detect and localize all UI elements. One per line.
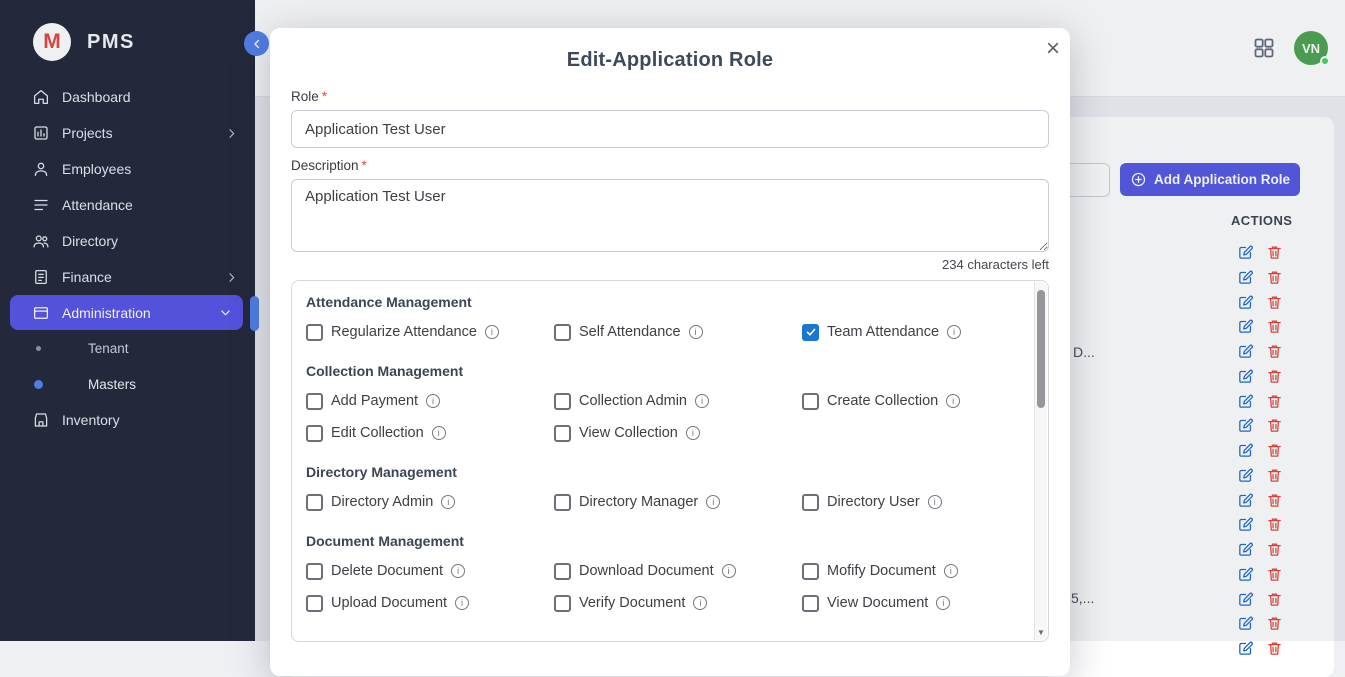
description-label: Description* (291, 158, 1049, 173)
info-icon[interactable]: i (451, 564, 465, 578)
permission-grid: Directory AdminiDirectory ManageriDirect… (306, 493, 1014, 511)
permission-view-document: View Document i (802, 594, 1014, 612)
close-icon[interactable]: × (1046, 32, 1060, 66)
permission-grid: Regularize AttendanceiSelf AttendanceiTe… (306, 323, 1014, 341)
delete-icon[interactable] (1266, 640, 1283, 657)
checkbox[interactable] (554, 324, 571, 341)
modal-title: Edit-Application Role (291, 28, 1049, 72)
permission-download-document: Download Document i (554, 562, 802, 580)
permission-edit-collection: Edit Collection i (306, 424, 554, 442)
info-icon[interactable]: i (441, 495, 455, 509)
permission-regularize-attendance: Regularize Attendance i (306, 323, 554, 341)
info-icon[interactable]: i (686, 426, 700, 440)
permission-directory-admin: Directory Admin i (306, 493, 554, 511)
info-icon[interactable]: i (706, 495, 720, 509)
permission-label: Directory User (827, 494, 920, 510)
permission-label: Verify Document (579, 595, 685, 611)
checkbox[interactable] (306, 494, 323, 511)
checkbox[interactable] (306, 425, 323, 442)
checkbox[interactable] (554, 595, 571, 612)
checkbox[interactable] (802, 563, 819, 580)
info-icon[interactable]: i (695, 394, 709, 408)
info-icon[interactable]: i (722, 564, 736, 578)
permission-directory-manager: Directory Manager i (554, 493, 802, 511)
permission-view-collection: View Collection i (554, 424, 802, 442)
info-icon[interactable]: i (689, 325, 703, 339)
info-icon[interactable]: i (455, 596, 469, 610)
scrollbar-thumb[interactable] (1037, 290, 1045, 408)
info-icon[interactable]: i (426, 394, 440, 408)
permission-label: Regularize Attendance (331, 324, 477, 340)
info-icon[interactable]: i (936, 596, 950, 610)
permission-grid: Delete DocumentiDownload DocumentiMofify… (306, 562, 1014, 612)
permission-directory-user: Directory User i (802, 493, 1014, 511)
checkbox[interactable] (306, 324, 323, 341)
scrollbar-track[interactable]: ▼ (1034, 282, 1047, 640)
permission-label: Delete Document (331, 563, 443, 579)
checkbox[interactable] (306, 393, 323, 410)
info-icon[interactable]: i (947, 325, 961, 339)
permission-label: Team Attendance (827, 324, 939, 340)
permission-verify-document: Verify Document i (554, 594, 802, 612)
description-textarea[interactable]: Application Test User (291, 179, 1049, 252)
info-icon[interactable]: i (485, 325, 499, 339)
permission-label: View Document (827, 595, 928, 611)
permission-add-payment: Add Payment i (306, 392, 554, 410)
scroll-down-icon[interactable]: ▼ (1035, 628, 1047, 637)
permission-label: Directory Manager (579, 494, 698, 510)
permission-label: Self Attendance (579, 324, 681, 340)
checkbox[interactable] (306, 595, 323, 612)
permission-mofify-document: Mofify Document i (802, 562, 1014, 580)
checkbox[interactable] (554, 393, 571, 410)
required-asterisk: * (322, 89, 327, 104)
permission-collection-admin: Collection Admin i (554, 392, 802, 410)
permission-self-attendance: Self Attendance i (554, 323, 802, 341)
edit-icon[interactable] (1237, 640, 1254, 657)
checkbox[interactable] (554, 563, 571, 580)
permission-grid: Add PaymentiCollection AdminiCreate Coll… (306, 392, 1014, 442)
info-icon[interactable]: i (928, 495, 942, 509)
info-icon[interactable]: i (693, 596, 707, 610)
permission-sections: Attendance Management Regularize Attendan… (306, 294, 1014, 612)
checkbox[interactable] (554, 494, 571, 511)
permission-label: Mofify Document (827, 563, 936, 579)
permission-label: Edit Collection (331, 425, 424, 441)
permission-label: Create Collection (827, 393, 938, 409)
checkbox[interactable] (802, 393, 819, 410)
permission-section-title: Directory Management (306, 464, 1014, 480)
checkbox[interactable] (802, 595, 819, 612)
permission-section-title: Collection Management (306, 363, 1014, 379)
permission-team-attendance: Team Attendance i (802, 323, 1014, 341)
permission-upload-document: Upload Document i (306, 594, 554, 612)
required-asterisk: * (362, 158, 367, 173)
permissions-panel: Attendance Management Regularize Attendan… (291, 280, 1049, 642)
info-icon[interactable]: i (432, 426, 446, 440)
permission-label: Upload Document (331, 595, 447, 611)
info-icon[interactable]: i (944, 564, 958, 578)
permission-label: Directory Admin (331, 494, 433, 510)
checkbox[interactable] (306, 563, 323, 580)
permission-label: View Collection (579, 425, 678, 441)
checkbox[interactable] (802, 494, 819, 511)
edit-application-role-modal: × Edit-Application Role Role* Descriptio… (270, 28, 1070, 676)
permission-label: Download Document (579, 563, 714, 579)
table-row-actions (1237, 640, 1297, 657)
permission-section-title: Attendance Management (306, 294, 1014, 310)
permission-section-title: Document Management (306, 533, 1014, 549)
info-icon[interactable]: i (946, 394, 960, 408)
permission-delete-document: Delete Document i (306, 562, 554, 580)
characters-left-counter: 234 characters left (291, 257, 1049, 272)
checkbox[interactable] (802, 324, 819, 341)
role-label: Role* (291, 89, 1049, 104)
permission-create-collection: Create Collection i (802, 392, 1014, 410)
checkbox[interactable] (554, 425, 571, 442)
permission-label: Add Payment (331, 393, 418, 409)
permission-label: Collection Admin (579, 393, 687, 409)
role-input[interactable] (291, 110, 1049, 148)
